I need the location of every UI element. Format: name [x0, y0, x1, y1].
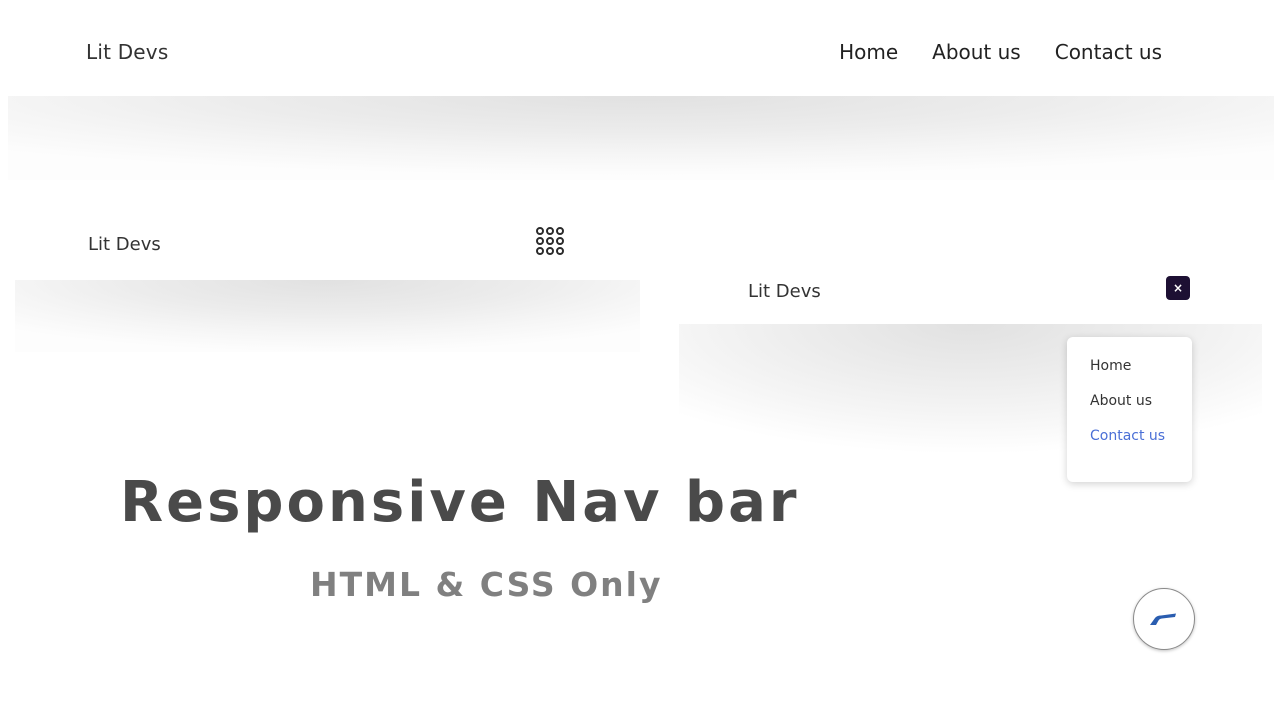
desktop-nav-contact[interactable]: Contact us	[1055, 40, 1162, 64]
open-nav-logo[interactable]: Lit Devs	[748, 281, 821, 302]
mobile-navbar-open: Lit Devs ×	[679, 254, 1262, 324]
grid-menu-icon[interactable]	[535, 226, 565, 256]
headline-title: Responsive Nav bar	[120, 470, 800, 535]
page-canvas: Lit Devs Home About us Contact us Lit De…	[0, 0, 1280, 705]
desktop-nav-about[interactable]: About us	[932, 40, 1021, 64]
dropdown-item-about[interactable]: About us	[1090, 393, 1152, 409]
dropdown-menu: Home About us Contact us	[1067, 337, 1192, 482]
desktop-navbar-shadow	[8, 96, 1274, 180]
desktop-nav-home[interactable]: Home	[839, 40, 898, 64]
dropdown-item-home[interactable]: Home	[1090, 358, 1131, 374]
desktop-navbar: Lit Devs Home About us Contact us	[8, 8, 1274, 96]
headline-subtitle: HTML & CSS Only	[310, 565, 663, 604]
brand-logo-button[interactable]	[1133, 588, 1195, 650]
desktop-logo[interactable]: Lit Devs	[86, 40, 168, 64]
close-icon[interactable]: ×	[1166, 276, 1190, 300]
grid-menu-icon-graphic	[536, 227, 564, 255]
dropdown-item-contact[interactable]: Contact us	[1090, 428, 1165, 444]
brand-logo-icon	[1150, 613, 1176, 625]
mobile-logo[interactable]: Lit Devs	[88, 234, 161, 255]
desktop-nav-links: Home About us Contact us	[839, 40, 1162, 64]
mobile-navbar: Lit Devs	[15, 205, 640, 280]
mobile-navbar-shadow	[15, 280, 640, 352]
